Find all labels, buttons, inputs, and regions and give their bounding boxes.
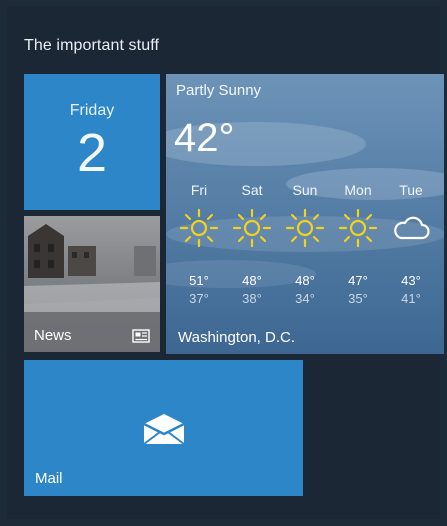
mail-label: Mail [35,470,63,487]
sun-icon [179,208,219,248]
forecast-day-name: Mon [344,182,372,198]
forecast-low: 34° [295,291,315,306]
sun-icon [338,208,378,248]
calendar-date: 2 [76,123,108,183]
forecast-high: 48° [295,273,315,288]
sun-icon [232,208,272,248]
forecast-low: 38° [242,291,262,306]
forecast-day: Tue 43° 41° [387,182,435,306]
mail-tile[interactable]: Mail [24,360,303,496]
forecast-day: Sun 48° 34° [281,182,329,306]
forecast-high: 47° [348,273,368,288]
calendar-day: Friday [69,102,115,119]
forecast-day: Mon 47° 35° [334,182,382,306]
forecast-low: 35° [348,291,368,306]
forecast-low: 37° [189,291,209,306]
forecast-low: 41° [401,291,421,306]
forecast-row: Fri 51° 37° Sat 48° 38° Sun 48° 34° Mon … [166,182,444,317]
cloud-icon [394,216,430,240]
weather-location: Washington, D.C. [178,329,295,346]
news-label: News [34,327,72,344]
weather-tile[interactable]: Partly Sunny 42° Fri 51° 37° Sat 48° 38°… [166,74,444,354]
forecast-high: 48° [242,273,262,288]
calendar-tile[interactable]: Friday 2 [24,74,160,210]
forecast-day-name: Fri [190,182,208,198]
forecast-day-name: Tue [399,182,423,198]
forecast-day: Fri 51° 37° [175,182,223,306]
forecast-high: 43° [401,273,421,288]
weather-condition: Partly Sunny [176,82,262,99]
forecast-day-name: Sun [292,182,318,198]
newspaper-icon [132,329,150,343]
news-tile[interactable]: News [24,216,160,352]
sun-icon [285,208,325,248]
forecast-day: Sat 48° 38° [228,182,276,306]
mail-envelope-icon [143,414,185,445]
current-temperature: 42° [174,116,235,160]
forecast-day-name: Sat [241,182,263,198]
forecast-high: 51° [189,273,209,288]
group-title[interactable]: The important stuff [24,37,159,55]
